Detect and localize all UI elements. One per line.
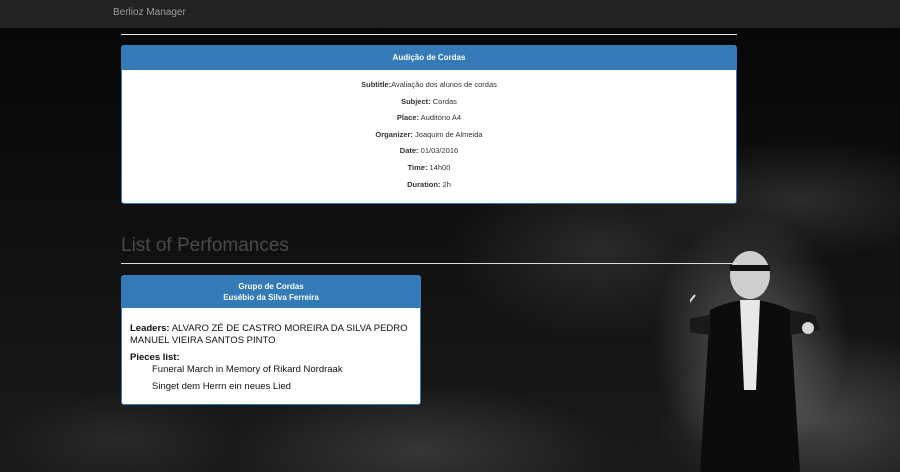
- field-label: Date:: [399, 146, 419, 156]
- field-value: 2h: [440, 179, 451, 189]
- navbar: Berlioz Manager: [0, 0, 900, 29]
- field-value: 14h00: [427, 162, 451, 172]
- field-value: Joaquim de Almeida: [412, 129, 483, 139]
- brand-link[interactable]: Berlioz Manager: [113, 7, 186, 18]
- field-label: Subject:: [401, 96, 431, 106]
- field-label: Place:: [396, 113, 419, 123]
- performance-body: Leaders: ALVARO ZÉ DE CASTRO MOREIRA DA …: [122, 308, 420, 392]
- piece-item: Funeral March in Memory of Rikard Nordra…: [152, 364, 343, 375]
- leaders-names: ALVARO ZÉ DE CASTRO MOREIRA DA SILVA PED…: [130, 323, 408, 346]
- field-value: Cordas: [430, 96, 457, 106]
- organizer-row: Organizer: Joaquim de Almeida: [122, 129, 736, 146]
- subject-row: Subject: Cordas: [122, 96, 736, 113]
- group-name: Grupo de Cordas: [238, 282, 304, 291]
- field-label: Time:: [407, 162, 428, 172]
- field-value: Avaliação dos alunos de cordas: [391, 80, 497, 89]
- section-title: List of Perfomances: [121, 235, 289, 256]
- time-row: Time: 14h00: [122, 162, 736, 179]
- event-title: Audição de Cordas: [122, 46, 736, 70]
- pieces-label: Pieces list:: [130, 352, 180, 363]
- leaders-label: Leaders:: [130, 323, 170, 334]
- piece-item: Singet dem Herrn ein neues Lied: [152, 381, 291, 392]
- field-label: Subtitle:: [361, 80, 392, 89]
- section-divider: [121, 263, 737, 264]
- top-divider: [121, 34, 737, 35]
- conductor-silhouette: [690, 251, 820, 472]
- field-label: Organizer:: [375, 129, 413, 139]
- subtitle-row: Subtitle:Avaliação dos alunos de cordas: [122, 79, 736, 96]
- place-row: Place: Auditório A4: [122, 112, 736, 129]
- performance-heading: Grupo de Cordas Eusébio da Silva Ferreir…: [122, 276, 420, 308]
- field-value: 01/03/2016: [418, 146, 459, 156]
- event-details: Subtitle:Avaliação dos alunos de cordas …: [122, 70, 736, 195]
- field-label: Duration:: [407, 179, 441, 189]
- field-value: Auditório A4: [418, 113, 462, 123]
- duration-row: Duration: 2h: [122, 179, 736, 196]
- leaders: Leaders: ALVARO ZÉ DE CASTRO MOREIRA DA …: [130, 323, 412, 347]
- event-info-panel: Audição de Cordas Subtitle:Avaliação dos…: [121, 45, 737, 204]
- performer-name: Eusébio da Silva Ferreira: [223, 293, 319, 302]
- performance-card: Grupo de Cordas Eusébio da Silva Ferreir…: [121, 275, 421, 405]
- date-row: Date: 01/03/2016: [122, 145, 736, 162]
